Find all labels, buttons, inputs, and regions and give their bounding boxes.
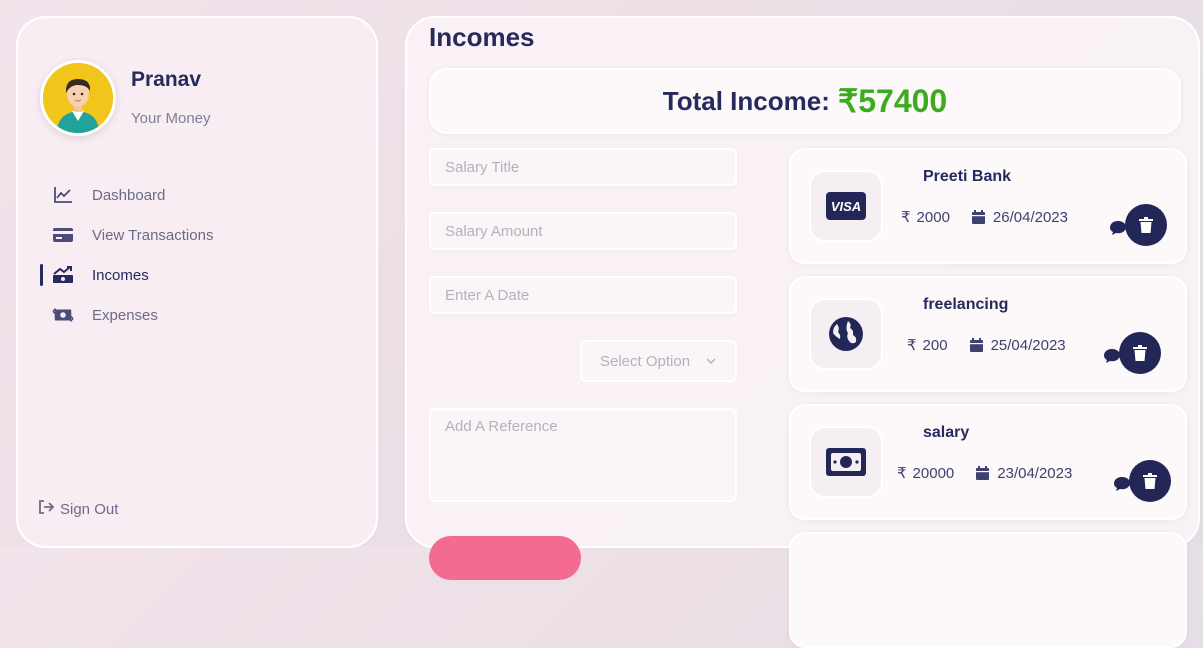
total-income-value: ₹57400 (837, 83, 948, 119)
sidebar-item-view-transactions[interactable]: View Transactions (40, 220, 270, 250)
sign-out-icon (38, 500, 56, 518)
sidebar-item-expenses[interactable]: Expenses (40, 300, 270, 330)
sidebar-item-label: View Transactions (92, 226, 214, 244)
globe-icon (809, 298, 883, 370)
sidebar-item-incomes[interactable]: Incomes (40, 260, 270, 290)
total-income-box: Total Income: ₹57400 (429, 68, 1181, 134)
sign-out-label: Sign Out (60, 500, 119, 518)
calendar-icon (971, 210, 985, 224)
income-title: Preeti Bank (923, 168, 1012, 185)
money-bill-trend-icon (52, 264, 74, 286)
sidebar: Pranav Your Money Dashboard View Transac… (16, 16, 378, 548)
salary-amount-input[interactable] (429, 212, 737, 250)
trash-icon (1139, 217, 1153, 233)
calendar-icon (969, 338, 983, 352)
income-date: 25/04/2023 (990, 336, 1066, 354)
chevron-down-icon (706, 355, 716, 367)
income-amount: 20000 (912, 464, 955, 482)
rupee-icon: ₹ (901, 209, 911, 226)
svg-text:VISA: VISA (831, 199, 861, 214)
user-subtitle: Your Money (131, 110, 211, 127)
delete-button[interactable] (1125, 204, 1167, 246)
income-date: 23/04/2023 (997, 464, 1073, 482)
sidebar-item-dashboard[interactable]: Dashboard (40, 180, 270, 210)
date-input[interactable] (429, 276, 737, 314)
income-amount: 2000 (916, 208, 950, 226)
add-income-button[interactable] (429, 536, 581, 580)
salary-title-input[interactable] (429, 148, 737, 186)
select-label: Select Option (600, 352, 691, 370)
person-avatar-icon (43, 63, 113, 133)
delete-button[interactable] (1119, 332, 1161, 374)
sidebar-item-label: Incomes (92, 266, 149, 284)
income-meta: ₹ 20000 23/04/2023 (897, 464, 1073, 483)
visa-card-icon: VISA (809, 170, 883, 242)
income-card: VISA Preeti Bank ₹ 2000 26/04/2023 (789, 148, 1187, 264)
sign-out-button[interactable]: Sign Out (38, 500, 118, 518)
rupee-icon: ₹ (897, 465, 907, 482)
user-name: Pranav (131, 68, 202, 91)
income-card: salary ₹ 20000 23/04/2023 (789, 404, 1187, 520)
income-title: salary (923, 424, 970, 441)
page-title: Incomes (429, 22, 535, 52)
income-amount: 200 (922, 336, 948, 354)
main-panel: Incomes Total Income: ₹57400 Select Opti… (405, 16, 1200, 648)
income-card: freelancing ₹ 200 25/04/2023 (789, 276, 1187, 392)
delete-button[interactable] (1129, 460, 1171, 502)
trash-icon (1133, 345, 1147, 361)
category-select[interactable]: Select Option (580, 340, 737, 382)
chart-line-icon (52, 184, 74, 206)
calendar-icon (976, 466, 990, 480)
income-meta: ₹ 2000 26/04/2023 (901, 208, 1068, 227)
total-income-label: Total Income: (662, 85, 830, 116)
income-meta: ₹ 200 25/04/2023 (907, 336, 1066, 355)
rupee-icon: ₹ (907, 337, 917, 354)
income-date: 26/04/2023 (992, 208, 1068, 226)
money-bill-icon (809, 426, 883, 498)
income-title: freelancing (923, 296, 1009, 313)
active-indicator (40, 264, 43, 286)
reference-textarea[interactable] (429, 408, 737, 502)
income-card (789, 532, 1187, 648)
trash-icon (1143, 473, 1157, 489)
avatar (40, 60, 116, 136)
money-bill-transfer-icon (52, 304, 74, 326)
credit-card-icon (52, 224, 74, 246)
sidebar-item-label: Dashboard (92, 186, 166, 204)
sidebar-item-label: Expenses (92, 306, 158, 324)
